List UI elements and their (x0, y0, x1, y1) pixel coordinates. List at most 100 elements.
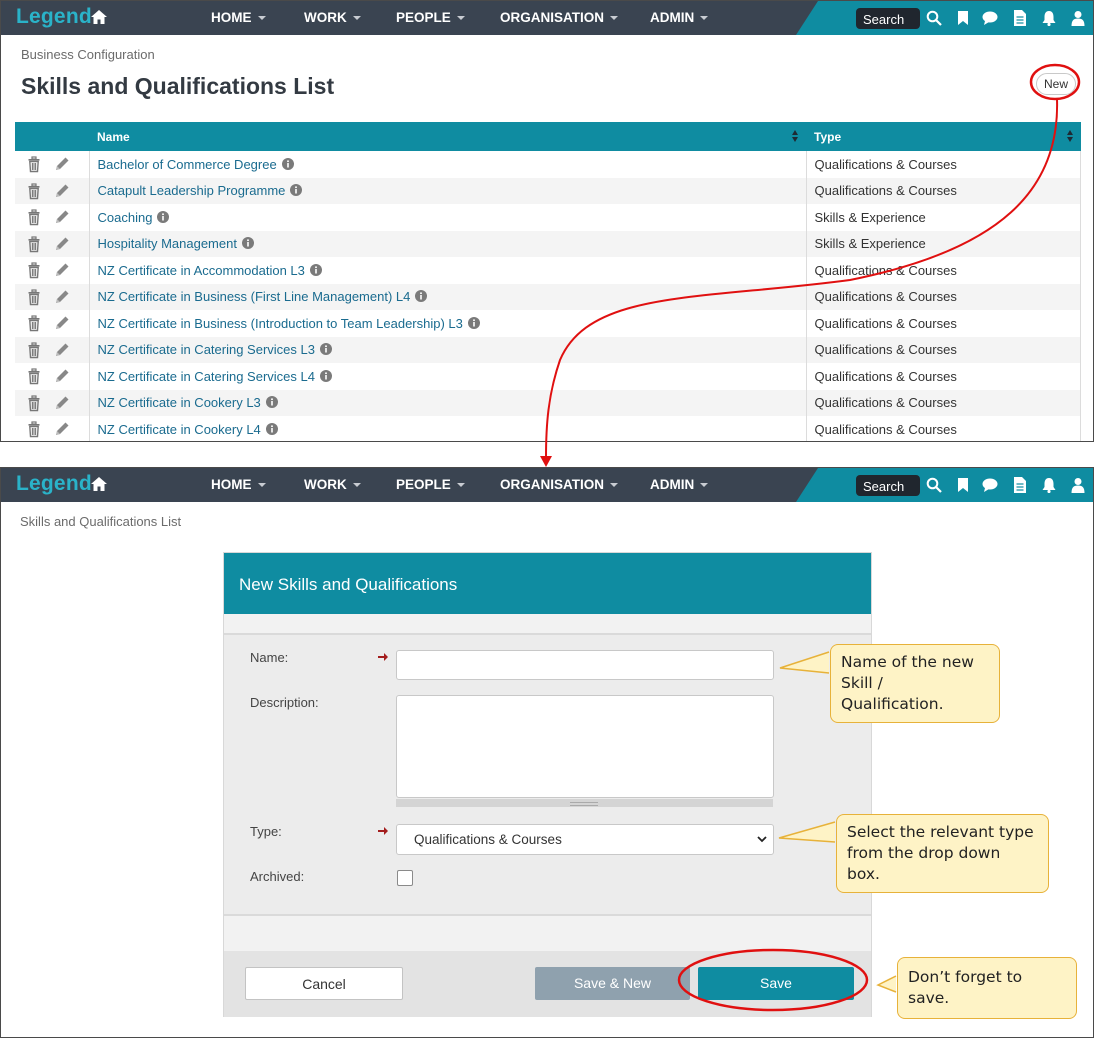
menu-home[interactable]: HOME (211, 477, 266, 492)
type-callout: Select the relevant type from the drop d… (836, 814, 1049, 893)
trash-icon[interactable] (25, 314, 43, 332)
pencil-icon[interactable] (53, 314, 71, 332)
trash-icon[interactable] (25, 420, 43, 438)
info-icon[interactable] (290, 184, 303, 197)
trash-icon[interactable] (25, 367, 43, 385)
info-icon[interactable] (281, 157, 294, 170)
bookmark-icon[interactable] (955, 10, 971, 26)
bell-icon[interactable] (1041, 10, 1057, 26)
search-input[interactable]: Search (856, 8, 920, 29)
row-name-link[interactable]: Coaching (98, 210, 153, 225)
top-navbar: Legend HOME WORK PEOPLE ORGANISATION ADM… (1, 1, 1093, 35)
pencil-icon[interactable] (53, 235, 71, 253)
home-icon[interactable] (90, 476, 108, 492)
info-icon[interactable] (319, 343, 332, 356)
search-input[interactable]: Search (856, 475, 920, 496)
document-icon[interactable] (1012, 477, 1028, 493)
type-label: Type: (250, 824, 282, 839)
save-and-new-button[interactable]: Save & New (535, 967, 690, 1000)
pencil-icon[interactable] (53, 367, 71, 385)
row-name-link[interactable]: NZ Certificate in Cookery L3 (98, 395, 261, 410)
pencil-icon[interactable] (53, 420, 71, 438)
sort-icon[interactable] (1066, 130, 1073, 142)
type-column-header[interactable]: Type (806, 122, 1081, 151)
row-name-cell: NZ Certificate in Accommodation L3 (88, 257, 807, 284)
menu-home[interactable]: HOME (211, 10, 266, 25)
document-icon[interactable] (1012, 10, 1028, 26)
menu-admin[interactable]: ADMIN (650, 10, 709, 25)
bell-icon[interactable] (1041, 477, 1057, 493)
cancel-button[interactable]: Cancel (245, 967, 403, 1000)
row-name-link[interactable]: NZ Certificate in Catering Services L4 (98, 369, 315, 384)
chat-icon[interactable] (982, 10, 998, 26)
info-icon[interactable] (319, 369, 332, 382)
row-type-cell: Skills & Experience (806, 204, 1081, 231)
description-textarea[interactable] (396, 695, 774, 798)
trash-icon[interactable] (25, 155, 43, 173)
new-button[interactable]: New (1036, 73, 1076, 95)
menu-admin[interactable]: ADMIN (650, 477, 709, 492)
row-actions (15, 151, 89, 178)
info-icon[interactable] (265, 396, 278, 409)
trash-icon[interactable] (25, 394, 43, 412)
menu-people[interactable]: PEOPLE (396, 10, 465, 25)
archived-checkbox[interactable] (397, 870, 413, 886)
pencil-icon[interactable] (53, 288, 71, 306)
user-icon[interactable] (1070, 10, 1086, 26)
trash-icon[interactable] (25, 235, 43, 253)
legend-logo[interactable]: Legend (16, 472, 92, 496)
trash-icon[interactable] (25, 182, 43, 200)
textarea-resize-handle[interactable] (396, 799, 773, 807)
search-icon[interactable] (926, 10, 942, 26)
sort-icon[interactable] (792, 130, 798, 142)
row-name-link[interactable]: Catapult Leadership Programme (98, 183, 286, 198)
info-icon[interactable] (265, 422, 278, 435)
pencil-icon[interactable] (53, 394, 71, 412)
pencil-icon[interactable] (53, 261, 71, 279)
row-type-cell: Qualifications & Courses (806, 363, 1081, 390)
menu-work[interactable]: WORK (304, 10, 361, 25)
row-name-cell: Hospitality Management (88, 230, 807, 257)
row-name-link[interactable]: Hospitality Management (98, 236, 237, 251)
save-button[interactable]: Save (698, 967, 854, 1000)
pencil-icon[interactable] (53, 155, 71, 173)
name-column-header[interactable]: Name (89, 122, 806, 151)
info-icon[interactable] (415, 290, 428, 303)
name-input[interactable] (396, 650, 774, 680)
trash-icon[interactable] (25, 208, 43, 226)
pencil-icon[interactable] (53, 182, 71, 200)
menu-people[interactable]: PEOPLE (396, 477, 465, 492)
chat-icon[interactable] (982, 477, 998, 493)
type-select[interactable]: Qualifications & Courses (396, 824, 774, 855)
trash-icon[interactable] (25, 341, 43, 359)
menu-organisation[interactable]: ORGANISATION (500, 477, 618, 492)
bookmark-icon[interactable] (955, 477, 971, 493)
trash-icon[interactable] (25, 261, 43, 279)
table-row: Coaching Skills & Experience (15, 204, 1081, 231)
row-actions (15, 283, 89, 310)
search-icon[interactable] (926, 477, 942, 493)
row-name-link[interactable]: NZ Certificate in Accommodation L3 (98, 263, 305, 278)
home-icon[interactable] (90, 9, 108, 25)
info-icon[interactable] (309, 263, 322, 276)
pencil-icon[interactable] (53, 208, 71, 226)
info-icon[interactable] (467, 316, 480, 329)
row-name-link[interactable]: NZ Certificate in Business (First Line M… (98, 289, 411, 304)
row-name-cell: Coaching (88, 204, 807, 231)
row-name-link[interactable]: Bachelor of Commerce Degree (98, 157, 277, 172)
row-type-cell: Qualifications & Courses (806, 336, 1081, 363)
row-name-link[interactable]: NZ Certificate in Catering Services L3 (98, 342, 315, 357)
info-icon[interactable] (157, 210, 170, 223)
info-icon[interactable] (241, 237, 254, 250)
menu-work[interactable]: WORK (304, 477, 361, 492)
row-type-cell: Qualifications & Courses (806, 310, 1081, 337)
row-name-link[interactable]: NZ Certificate in Business (Introduction… (98, 316, 463, 331)
legend-logo[interactable]: Legend (16, 5, 92, 29)
trash-icon[interactable] (25, 288, 43, 306)
menu-organisation[interactable]: ORGANISATION (500, 10, 618, 25)
breadcrumb[interactable]: Business Configuration (21, 47, 155, 62)
row-name-link[interactable]: NZ Certificate in Cookery L4 (98, 422, 261, 437)
user-icon[interactable] (1070, 477, 1086, 493)
breadcrumb[interactable]: Skills and Qualifications List (20, 514, 181, 529)
pencil-icon[interactable] (53, 341, 71, 359)
